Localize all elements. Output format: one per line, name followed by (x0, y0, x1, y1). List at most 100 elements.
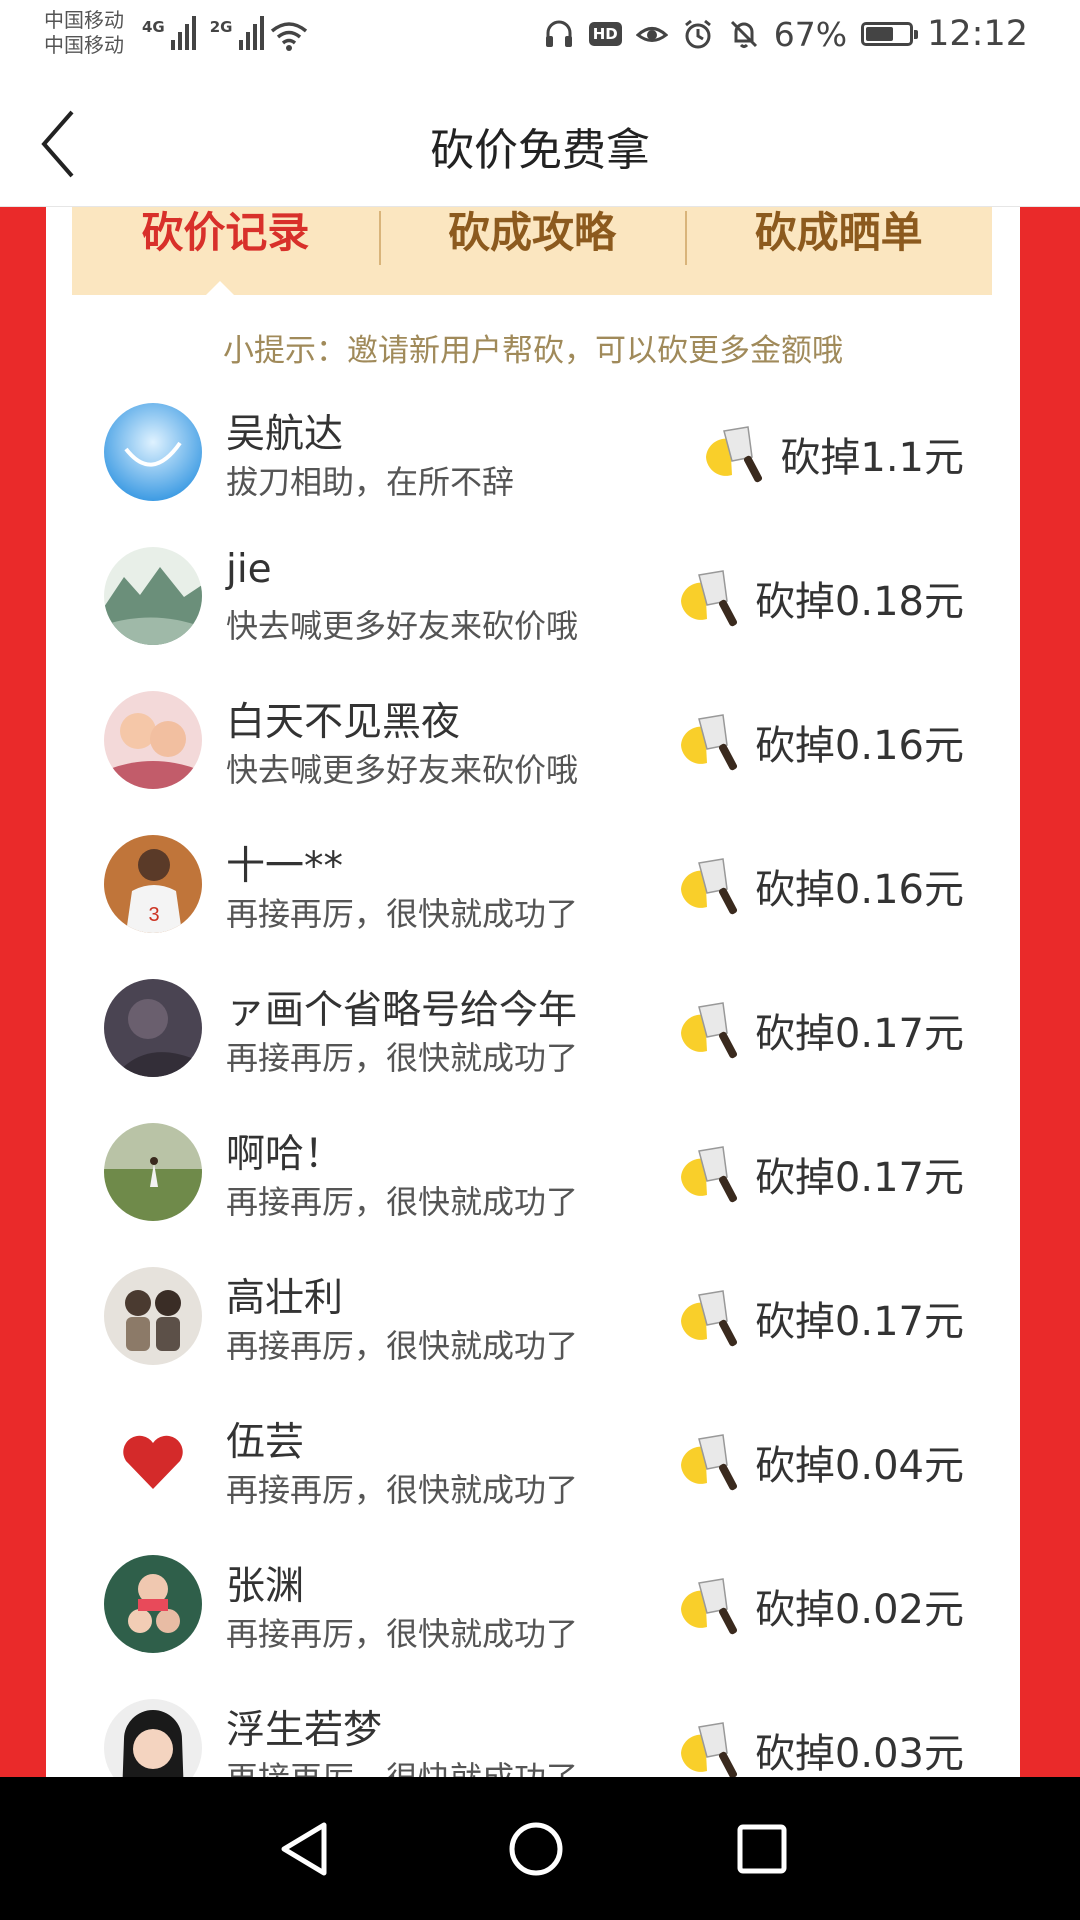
record-message: 再接再厉，很快就成功了 (226, 895, 579, 933)
record-name: 白天不见黑夜 (226, 700, 461, 745)
cut-amount: 砍掉0.16元 (677, 709, 964, 775)
cut-amount-text: 砍掉1.1元 (780, 435, 964, 481)
carrier-1: 中国移动 (44, 8, 124, 32)
girl-avatar (104, 1699, 202, 1777)
cleaver-icon (706, 426, 763, 483)
status-right: HD 67% 12:12 (543, 14, 1028, 54)
cut-amount-text: 砍掉0.04元 (754, 1443, 964, 1489)
cut-amount: 砍掉0.02元 (677, 1573, 964, 1639)
eye-icon (635, 27, 668, 42)
cut-amount: 砍掉0.04元 (677, 1429, 964, 1495)
record-message: 再接再厉，很快就成功了 (226, 1183, 579, 1221)
carrier-2: 中国移动 (44, 33, 124, 57)
carrier-labels: 中国移动 中国移动 (44, 8, 124, 58)
record-name: 伍芸 (226, 1420, 305, 1465)
cut-amount: 砍掉1.1元 (702, 421, 964, 487)
cut-amount: 砍掉0.17元 (677, 1285, 964, 1351)
list-item: jie 快去喊更多好友来砍价哦 砍掉0.18元 (46, 541, 1020, 685)
sky-avatar (104, 403, 202, 501)
record-message: 快去喊更多好友来砍价哦 (226, 607, 579, 645)
landscape-avatar (104, 547, 202, 645)
record-message: 再接再厉，很快就成功了 (226, 1753, 578, 1777)
cleaver-icon (680, 714, 737, 771)
basketball-avatar: 3 (104, 835, 202, 933)
home-circle-icon[interactable] (508, 1821, 564, 1877)
tab-showcase[interactable]: 砍成晒单 (685, 207, 992, 295)
cleaver-icon (680, 1434, 737, 1491)
battery-percent: 67% (773, 14, 848, 54)
cleaver-icon (680, 858, 737, 915)
red-frame: 砍价记录 砍成攻略 砍成晒单 小提示：邀请新用户帮砍，可以砍更多金额哦 吴航达 … (0, 207, 1080, 1777)
cut-amount-text: 砍掉0.16元 (754, 723, 964, 769)
cleaver-icon (680, 570, 737, 627)
heart-avatar (104, 1411, 202, 1509)
wifi-icon (270, 22, 308, 51)
cut-amount: 砍掉0.16元 (677, 853, 964, 919)
record-name: 吴航达 (226, 412, 344, 457)
net-type-1: 4G (142, 18, 165, 36)
list-item: ァ画个省略号给今年 再接再厉，很快就成功了 砍掉0.17元 (46, 973, 1020, 1117)
list-item: 啊哈！ 再接再厉，很快就成功了 砍掉0.17元 (46, 1117, 1020, 1261)
record-name: 啊哈！ (226, 1132, 344, 1177)
cut-amount-text: 砍掉0.18元 (754, 579, 964, 625)
record-message: 再接再厉，很快就成功了 (226, 1039, 579, 1077)
list-item: 浮生若梦 再接再厉，很快就成功了 砍掉0.03元 (46, 1693, 1020, 1777)
headphones-icon (545, 20, 572, 47)
cut-amount: 砍掉0.17元 (677, 997, 964, 1063)
list-item: 吴航达 拔刀相助，在所不辞 砍掉1.1元 (46, 397, 1020, 541)
alarm-icon (684, 19, 711, 49)
list-item: 高壮利 再接再厉，很快就成功了 砍掉0.17元 (46, 1261, 1020, 1405)
status-bar: 中国移动 中国移动 4G 2G HD 67% 12:12 (0, 0, 1080, 76)
cut-amount: 砍掉0.18元 (677, 565, 964, 631)
cleaver-icon (680, 1578, 737, 1635)
record-name: 十一** (226, 844, 344, 889)
cleaver-icon (680, 1290, 737, 1347)
cut-amount-text: 砍掉0.16元 (754, 867, 964, 913)
system-nav-bar (0, 1777, 1080, 1920)
record-message: 再接再厉，很快就成功了 (226, 1471, 579, 1509)
back-triangle-icon[interactable] (278, 1821, 330, 1877)
cleaver-icon (680, 1002, 737, 1059)
field-avatar (104, 1123, 202, 1221)
record-message: 快去喊更多好友来砍价哦 (226, 751, 579, 789)
cell-signal: 4G 2G (142, 16, 264, 50)
cut-amount-text: 砍掉0.17元 (754, 1155, 964, 1201)
signal-bars-icon (170, 16, 196, 50)
signal-bars-icon (238, 16, 264, 50)
bell-off-icon (730, 20, 757, 48)
list-item: 张渊 再接再厉，很快就成功了 砍掉0.02元 (46, 1549, 1020, 1693)
net-type-2: 2G (209, 18, 233, 36)
cut-amount: 砍掉0.17元 (677, 1141, 964, 1207)
tip-text: 小提示：邀请新用户帮砍，可以砍更多金额哦 (223, 333, 843, 369)
list-item: 白天不见黑夜 快去喊更多好友来砍价哦 砍掉0.16元 (46, 685, 1020, 829)
dark-avatar (104, 979, 202, 1077)
cleaver-icon (680, 1146, 737, 1203)
record-name: 张渊 (226, 1564, 305, 1609)
record-message: 再接再厉，很快就成功了 (226, 1327, 579, 1365)
record-name: 高壮利 (226, 1276, 344, 1321)
page-title: 砍价免费拿 (430, 125, 650, 176)
cut-amount: 砍掉0.03元 (677, 1717, 964, 1777)
active-tab-indicator (206, 281, 234, 295)
recents-square-icon[interactable] (736, 1821, 788, 1877)
record-name: 浮生若梦 (226, 1708, 383, 1753)
nav-bar: 砍价免费拿 (0, 76, 1080, 207)
record-message: 拔刀相助，在所不辞 (226, 463, 515, 501)
cut-amount-text: 砍掉0.17元 (754, 1011, 964, 1057)
record-name: ァ画个省略号给今年 (226, 988, 578, 1033)
record-name: jie (226, 547, 272, 592)
records-card: 砍价记录 砍成攻略 砍成晒单 小提示：邀请新用户帮砍，可以砍更多金额哦 吴航达 … (46, 207, 1020, 1777)
record-message: 再接再厉，很快就成功了 (226, 1615, 579, 1653)
cut-amount-text: 砍掉0.02元 (754, 1587, 964, 1633)
family-avatar (104, 1555, 202, 1653)
cut-amount-text: 砍掉0.03元 (754, 1731, 964, 1777)
cut-amount-text: 砍掉0.17元 (754, 1299, 964, 1345)
hd-icon: HD (588, 22, 622, 46)
svg-text:3: 3 (148, 904, 159, 926)
kids-avatar (104, 691, 202, 789)
battery-icon (861, 22, 919, 46)
list-item: 3 十一** 再接再厉，很快就成功了 砍掉0.16元 (46, 829, 1020, 973)
tab-strategy[interactable]: 砍成攻略 (378, 207, 686, 295)
cleaver-icon (680, 1722, 737, 1777)
children-avatar (104, 1267, 202, 1365)
